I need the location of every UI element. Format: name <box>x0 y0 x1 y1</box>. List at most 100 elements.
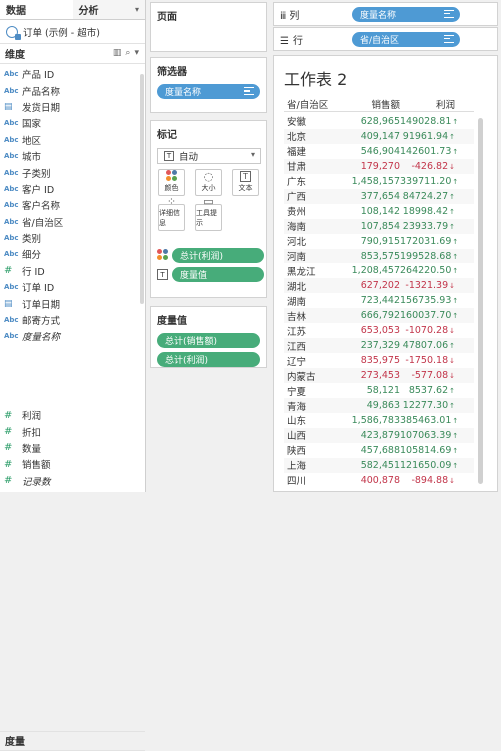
text-button[interactable]: T 文本 <box>232 169 259 196</box>
cell-province: 辽宁 <box>287 356 307 368</box>
columns-pill-measure-names[interactable]: 度量名称 <box>352 6 460 22</box>
field-item[interactable]: # 行 ID <box>0 263 145 279</box>
mark-type-select[interactable]: T 自动 ▾ <box>157 148 261 164</box>
field-name: 记录数 <box>22 476 51 488</box>
table-row[interactable]: 江苏 653,053 -1070.28↓ <box>284 323 474 339</box>
field-item[interactable]: Abc 省/自治区 <box>0 214 145 230</box>
marks-pill-row-profit: 总计(利润) <box>157 248 264 263</box>
table-row[interactable]: 吉林 666,792 160037.70↑ <box>284 308 474 324</box>
rows-pill-province[interactable]: 省/自治区 <box>352 31 460 47</box>
measure-values-pill-sales[interactable]: 总计(销售额) <box>157 333 260 348</box>
cell-province: 吉林 <box>287 311 307 323</box>
table-row[interactable]: 湖南 723,442 156735.93↑ <box>284 293 474 309</box>
table-row[interactable]: 黑龙江 1,208,457 264220.50↑ <box>284 263 474 279</box>
header-province[interactable]: 省/自治区 <box>284 97 346 111</box>
cell-province: 湖北 <box>287 281 307 293</box>
arrow-down-icon: ↓ <box>449 282 455 291</box>
table-row[interactable]: 陕西 457,688 105814.69↑ <box>284 442 474 458</box>
cell-profit-value: -577.08 <box>411 370 449 382</box>
field-name: 订单日期 <box>22 299 61 311</box>
field-item[interactable]: Abc 细分 <box>0 246 145 262</box>
pages-shelf[interactable]: 页面 <box>150 2 267 52</box>
table-row[interactable]: 广西 377,654 84724.27↑ <box>284 188 474 204</box>
header-sales[interactable]: 销售额 <box>346 97 400 111</box>
table-row[interactable]: 上海 582,451 121650.09↑ <box>284 457 474 473</box>
table-row[interactable]: 安徽 628,965 149028.81↑ <box>284 114 474 129</box>
chevron-down-icon[interactable]: ▾ <box>135 5 139 14</box>
table-row[interactable]: 内蒙古 273,453 -577.08↓ <box>284 368 474 384</box>
filter-pill-measure-names[interactable]: 度量名称 <box>157 84 260 99</box>
datasource-item[interactable]: 订单 (示例 - 超市) <box>0 20 145 44</box>
field-item[interactable]: Abc 城市 <box>0 148 145 164</box>
dimensions-scrollbar[interactable] <box>140 74 144 304</box>
field-name: 行 ID <box>22 266 45 278</box>
size-button[interactable]: ◌ 大小 <box>195 169 222 196</box>
header-profit[interactable]: 利润 <box>400 97 457 111</box>
field-item[interactable]: # 利润 <box>0 407 145 423</box>
table-row[interactable]: 湖北 627,202 -1321.39↓ <box>284 278 474 294</box>
cell-profit-value: 47807.06 <box>402 340 449 352</box>
measure-values-shelf[interactable]: 度量值 总计(销售额) 总计(利润) <box>150 306 267 368</box>
number-type-icon: # <box>4 426 13 438</box>
arrow-up-icon: ↑ <box>452 446 459 455</box>
field-item[interactable]: Abc 子类别 <box>0 164 145 180</box>
arrow-down-icon: ↓ <box>449 357 455 366</box>
tab-analysis[interactable]: 分析 ▾ <box>73 0 146 19</box>
field-item[interactable]: Abc 客户 ID <box>0 181 145 197</box>
table-row[interactable]: 山东 1,586,783 385463.01↑ <box>284 413 474 428</box>
field-item[interactable]: ▤ 发货日期 <box>0 99 145 115</box>
cell-profit-value: -1321.39 <box>405 280 449 292</box>
table-row[interactable]: 四川 400,878 -894.88↓ <box>284 472 474 488</box>
marks-pill-measure-values[interactable]: 度量值 <box>172 267 264 282</box>
field-item[interactable]: Abc 度量名称 <box>0 328 145 344</box>
table-row[interactable]: 青海 49,863 12277.30↑ <box>284 398 474 413</box>
view-scrollbar[interactable] <box>478 118 483 484</box>
field-item[interactable]: Abc 邮寄方式 <box>0 312 145 328</box>
sort-icon <box>444 34 454 43</box>
marks-pill-sum-profit[interactable]: 总计(利润) <box>172 248 264 263</box>
field-item[interactable]: Abc 产品名称 <box>0 82 145 98</box>
rows-label-text: 行 <box>292 35 303 47</box>
table-row[interactable]: 海南 107,854 23933.79↑ <box>284 218 474 234</box>
field-item[interactable]: # 销售额 <box>0 456 145 472</box>
table-row[interactable]: 宁夏 58,121 8537.62↑ <box>284 383 474 399</box>
field-item[interactable]: # 记录数 <box>0 473 145 489</box>
table-row[interactable]: 江西 237,329 47807.06↑ <box>284 338 474 354</box>
table-row[interactable]: 河北 790,915 172031.69↑ <box>284 233 474 249</box>
color-button[interactable]: 颜色 <box>158 169 185 196</box>
detail-button[interactable]: ⁘ 详细信息 <box>158 196 185 231</box>
field-item[interactable]: Abc 地区 <box>0 132 145 148</box>
columns-shelf[interactable]: iii 列 度量名称 <box>273 2 498 26</box>
cell-province: 海南 <box>287 222 307 234</box>
table-row[interactable]: 广东 1,458,157 339711.20↑ <box>284 173 474 189</box>
field-item[interactable]: Abc 订单 ID <box>0 279 145 295</box>
cell-profit: 8537.62↑ <box>400 385 457 396</box>
table-row[interactable]: 贵州 108,142 18998.42↑ <box>284 203 474 219</box>
size-icon: ◌ <box>203 170 214 183</box>
rows-shelf[interactable]: ☰ 行 省/自治区 <box>273 27 498 51</box>
field-item[interactable]: # 数量 <box>0 440 145 456</box>
grid-view-icon[interactable]: ▥ <box>113 48 122 58</box>
table-row[interactable]: 河南 853,575 199528.68↑ <box>284 248 474 264</box>
table-row[interactable]: 甘肃 179,270 -426.82↓ <box>284 158 474 174</box>
filters-shelf[interactable]: 筛选器 度量名称 <box>150 57 267 113</box>
table-row[interactable]: 辽宁 835,975 -1750.18↓ <box>284 353 474 369</box>
cell-sales: 400,878 <box>360 474 400 486</box>
field-item[interactable]: Abc 类别 <box>0 230 145 246</box>
table-row[interactable]: 北京 409,147 91961.94↑ <box>284 128 474 144</box>
text-button-label: 文本 <box>238 184 253 192</box>
field-item[interactable]: # 折扣 <box>0 423 145 439</box>
field-item[interactable]: ▤ 订单日期 <box>0 295 145 311</box>
measure-values-pill-profit[interactable]: 总计(利润) <box>157 352 260 367</box>
tooltip-button[interactable]: ▭ 工具提示 <box>195 196 222 231</box>
chevron-down-icon: ▾ <box>250 150 255 159</box>
tab-data[interactable]: 数据 <box>0 0 73 19</box>
table-row[interactable]: 山西 423,879 107063.39↑ <box>284 427 474 443</box>
search-icon[interactable]: ⌕ <box>125 48 130 58</box>
table-row[interactable]: 福建 546,904 142601.73↑ <box>284 143 474 159</box>
field-item[interactable]: Abc 产品 ID <box>0 66 145 82</box>
field-item[interactable]: Abc 国家 <box>0 115 145 131</box>
dropdown-icon[interactable]: ▾ <box>134 48 139 58</box>
sheet-title: 工作表 2 <box>284 70 348 89</box>
field-item[interactable]: Abc 客户名称 <box>0 197 145 213</box>
